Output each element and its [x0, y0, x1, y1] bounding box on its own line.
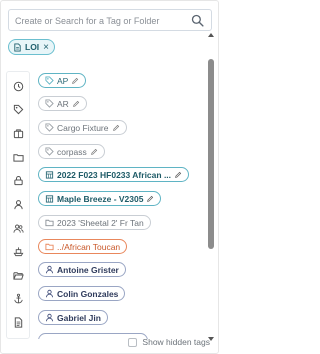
open-folder-icon[interactable]: [12, 269, 25, 282]
scrollbar[interactable]: [207, 29, 216, 345]
remove-tag-button[interactable]: ×: [43, 42, 49, 53]
list-item[interactable]: 2023 'Sheetal 2' Fr Tan: [38, 215, 151, 230]
person-icon[interactable]: [12, 198, 25, 211]
ship-icon: [45, 171, 54, 179]
tag-label: Antoine Grister: [57, 264, 119, 275]
tag-label: ../African Toucan: [57, 241, 121, 252]
selected-tags: LOI ×: [8, 39, 56, 57]
edit-icon[interactable]: [146, 195, 154, 203]
people-icon[interactable]: [12, 222, 25, 235]
person-icon: [45, 313, 54, 322]
list-item[interactable]: corpass: [38, 144, 105, 159]
tag-label: 2023 'Sheetal 2' Fr Tan: [57, 217, 144, 228]
tag-icon: [45, 123, 54, 132]
scroll-up-arrow[interactable]: [208, 33, 214, 37]
list-item[interactable]: ../African Toucan: [38, 239, 128, 254]
document-icon: [14, 42, 21, 52]
tag-picker-panel: LOI ×: [0, 0, 219, 354]
tag-label: AP: [57, 75, 69, 86]
list-item[interactable]: Antoine Grister: [38, 262, 126, 277]
tag-icon[interactable]: [12, 103, 25, 116]
tag-label: Cargo Fixture: [57, 122, 109, 133]
list-item[interactable]: Maple Breeze - V2305: [38, 191, 162, 206]
edit-icon[interactable]: [90, 148, 98, 156]
tag-label: AR: [57, 98, 69, 109]
list-item[interactable]: 2022 F023 HF0233 African ...: [38, 167, 190, 182]
ship-icon: [45, 195, 54, 203]
selected-tag-chip[interactable]: LOI ×: [8, 39, 56, 55]
tag-label: Colin Gonzales: [57, 288, 119, 299]
edit-icon[interactable]: [71, 77, 79, 85]
folder-icon: [45, 243, 54, 251]
tag-label: 2022 F023 HF0233 African ...: [57, 169, 172, 180]
show-hidden-checkbox[interactable]: [128, 337, 138, 347]
tag-icon: [45, 76, 54, 85]
tag-icon: [45, 147, 54, 156]
tag-label: Maple Breeze - V2305: [57, 193, 144, 204]
tag-list: AP AR Cargo Fixture corpass 2022 F023 HF…: [34, 69, 206, 339]
show-hidden-label: Show hidden tags: [142, 337, 210, 347]
edit-icon[interactable]: [174, 171, 182, 179]
ship-icon[interactable]: [12, 245, 25, 258]
list-item[interactable]: Cargo Fixture: [38, 120, 127, 135]
edit-icon[interactable]: [112, 124, 120, 132]
document-icon[interactable]: [12, 316, 25, 329]
selected-tag-label: LOI: [25, 42, 40, 52]
person-icon: [45, 265, 54, 274]
anchor-icon[interactable]: [12, 292, 25, 305]
search-box[interactable]: [8, 9, 212, 31]
briefcase-icon[interactable]: [12, 127, 25, 140]
lock-icon[interactable]: [12, 174, 25, 187]
folder-icon[interactable]: [12, 151, 25, 164]
tag-label: Gabriel Jin: [57, 312, 101, 323]
scroll-thumb[interactable]: [208, 59, 214, 249]
search-input[interactable]: [15, 13, 187, 28]
folder-icon: [45, 219, 54, 227]
list-item[interactable]: Gabriel Jin: [38, 310, 108, 325]
list-item[interactable]: Colin Gonzales: [38, 286, 126, 301]
clock-icon[interactable]: [8, 75, 29, 97]
list-item[interactable]: AR: [38, 96, 87, 111]
search-icon[interactable]: [191, 14, 204, 27]
tag-icon: [45, 99, 54, 108]
list-item[interactable]: AP: [38, 73, 87, 88]
tag-label: corpass: [57, 146, 87, 157]
category-rail: [6, 71, 30, 339]
show-hidden-toggle[interactable]: Show hidden tags: [128, 337, 210, 347]
edit-icon[interactable]: [72, 100, 80, 108]
person-icon: [45, 289, 54, 298]
